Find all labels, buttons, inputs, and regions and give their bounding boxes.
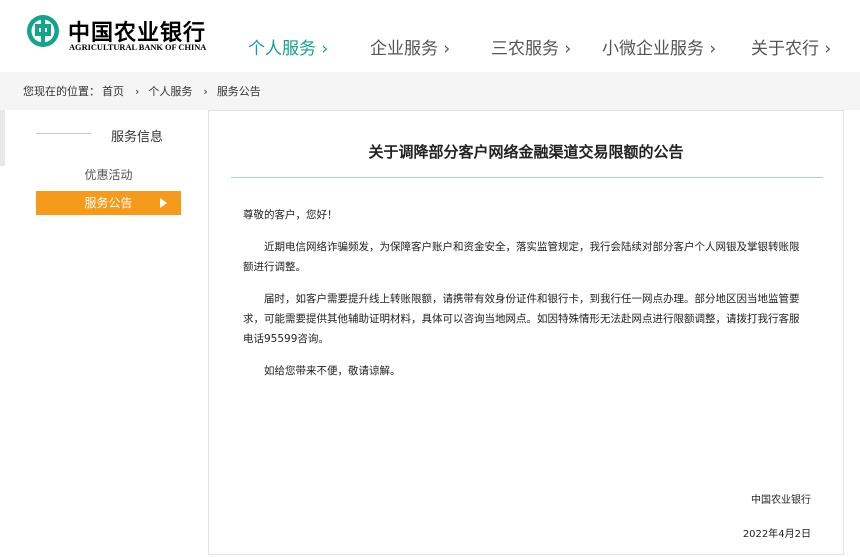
site-header: 中国农业银行 AGRICULTURAL BANK OF CHINA 个人服务 ›… xyxy=(0,0,860,72)
sidebar-item-label: 优惠活动 xyxy=(84,168,133,182)
article-paragraph: 如给您带来不便，敬请谅解。 xyxy=(264,365,401,377)
breadcrumb-prefix: 您现在的位置： xyxy=(23,85,100,98)
article-paragraph: 届时，如客户需要提升线上转账限额，请携带有效身份证件和银行卡，到我行任一网点办理… xyxy=(243,293,800,345)
nav-about-abc[interactable]: 关于农行 › xyxy=(751,34,831,59)
breadcrumb: 您现在的位置： 首页 › 个人服务 › 服务公告 xyxy=(23,83,263,99)
nav-rural-services[interactable]: 三农服务 › xyxy=(491,34,571,59)
sidebar-item-service-notice[interactable]: 服务公告 xyxy=(36,191,181,215)
article-greeting: 尊敬的客户，您好！ xyxy=(243,209,338,221)
triangle-right-icon xyxy=(160,198,167,208)
article-panel: 关于调降部分客户网络金融渠道交易限额的公告 尊敬的客户，您好！ 近期电信网络诈骗… xyxy=(208,110,844,555)
breadcrumb-home[interactable]: 首页 xyxy=(102,85,124,98)
abc-logo-icon[interactable] xyxy=(26,14,60,48)
breadcrumb-service-notice: 服务公告 xyxy=(216,85,261,98)
nav-personal-services[interactable]: 个人服务 › xyxy=(248,34,328,59)
article-date: 2022年4月2日 xyxy=(742,529,811,540)
title-divider xyxy=(231,177,823,178)
left-edge-divider xyxy=(0,110,5,166)
breadcrumb-bar: 您现在的位置： 首页 › 个人服务 › 服务公告 xyxy=(0,72,860,110)
breadcrumb-personal-services[interactable]: 个人服务 xyxy=(148,85,192,98)
nav-corporate-services[interactable]: 企业服务 › xyxy=(370,34,450,59)
sidebar-title-rule xyxy=(36,133,91,134)
brand-name-en: AGRICULTURAL BANK OF CHINA xyxy=(69,43,207,52)
breadcrumb-separator: › xyxy=(203,85,208,98)
breadcrumb-separator: › xyxy=(135,85,140,98)
article-title: 关于调降部分客户网络金融渠道交易限额的公告 xyxy=(368,143,684,161)
article-signature: 中国农业银行 xyxy=(751,495,811,506)
sidebar-title: 服务信息 xyxy=(111,130,164,145)
sidebar-item-promotions[interactable]: 优惠活动 xyxy=(36,163,181,187)
nav-small-business-services[interactable]: 小微企业服务 › xyxy=(602,34,716,59)
sidebar-item-label: 服务公告 xyxy=(84,196,133,210)
article-paragraph: 近期电信网络诈骗频发，为保障客户账户和资金安全，落实监管规定，我行会陆续对部分客… xyxy=(243,241,800,273)
